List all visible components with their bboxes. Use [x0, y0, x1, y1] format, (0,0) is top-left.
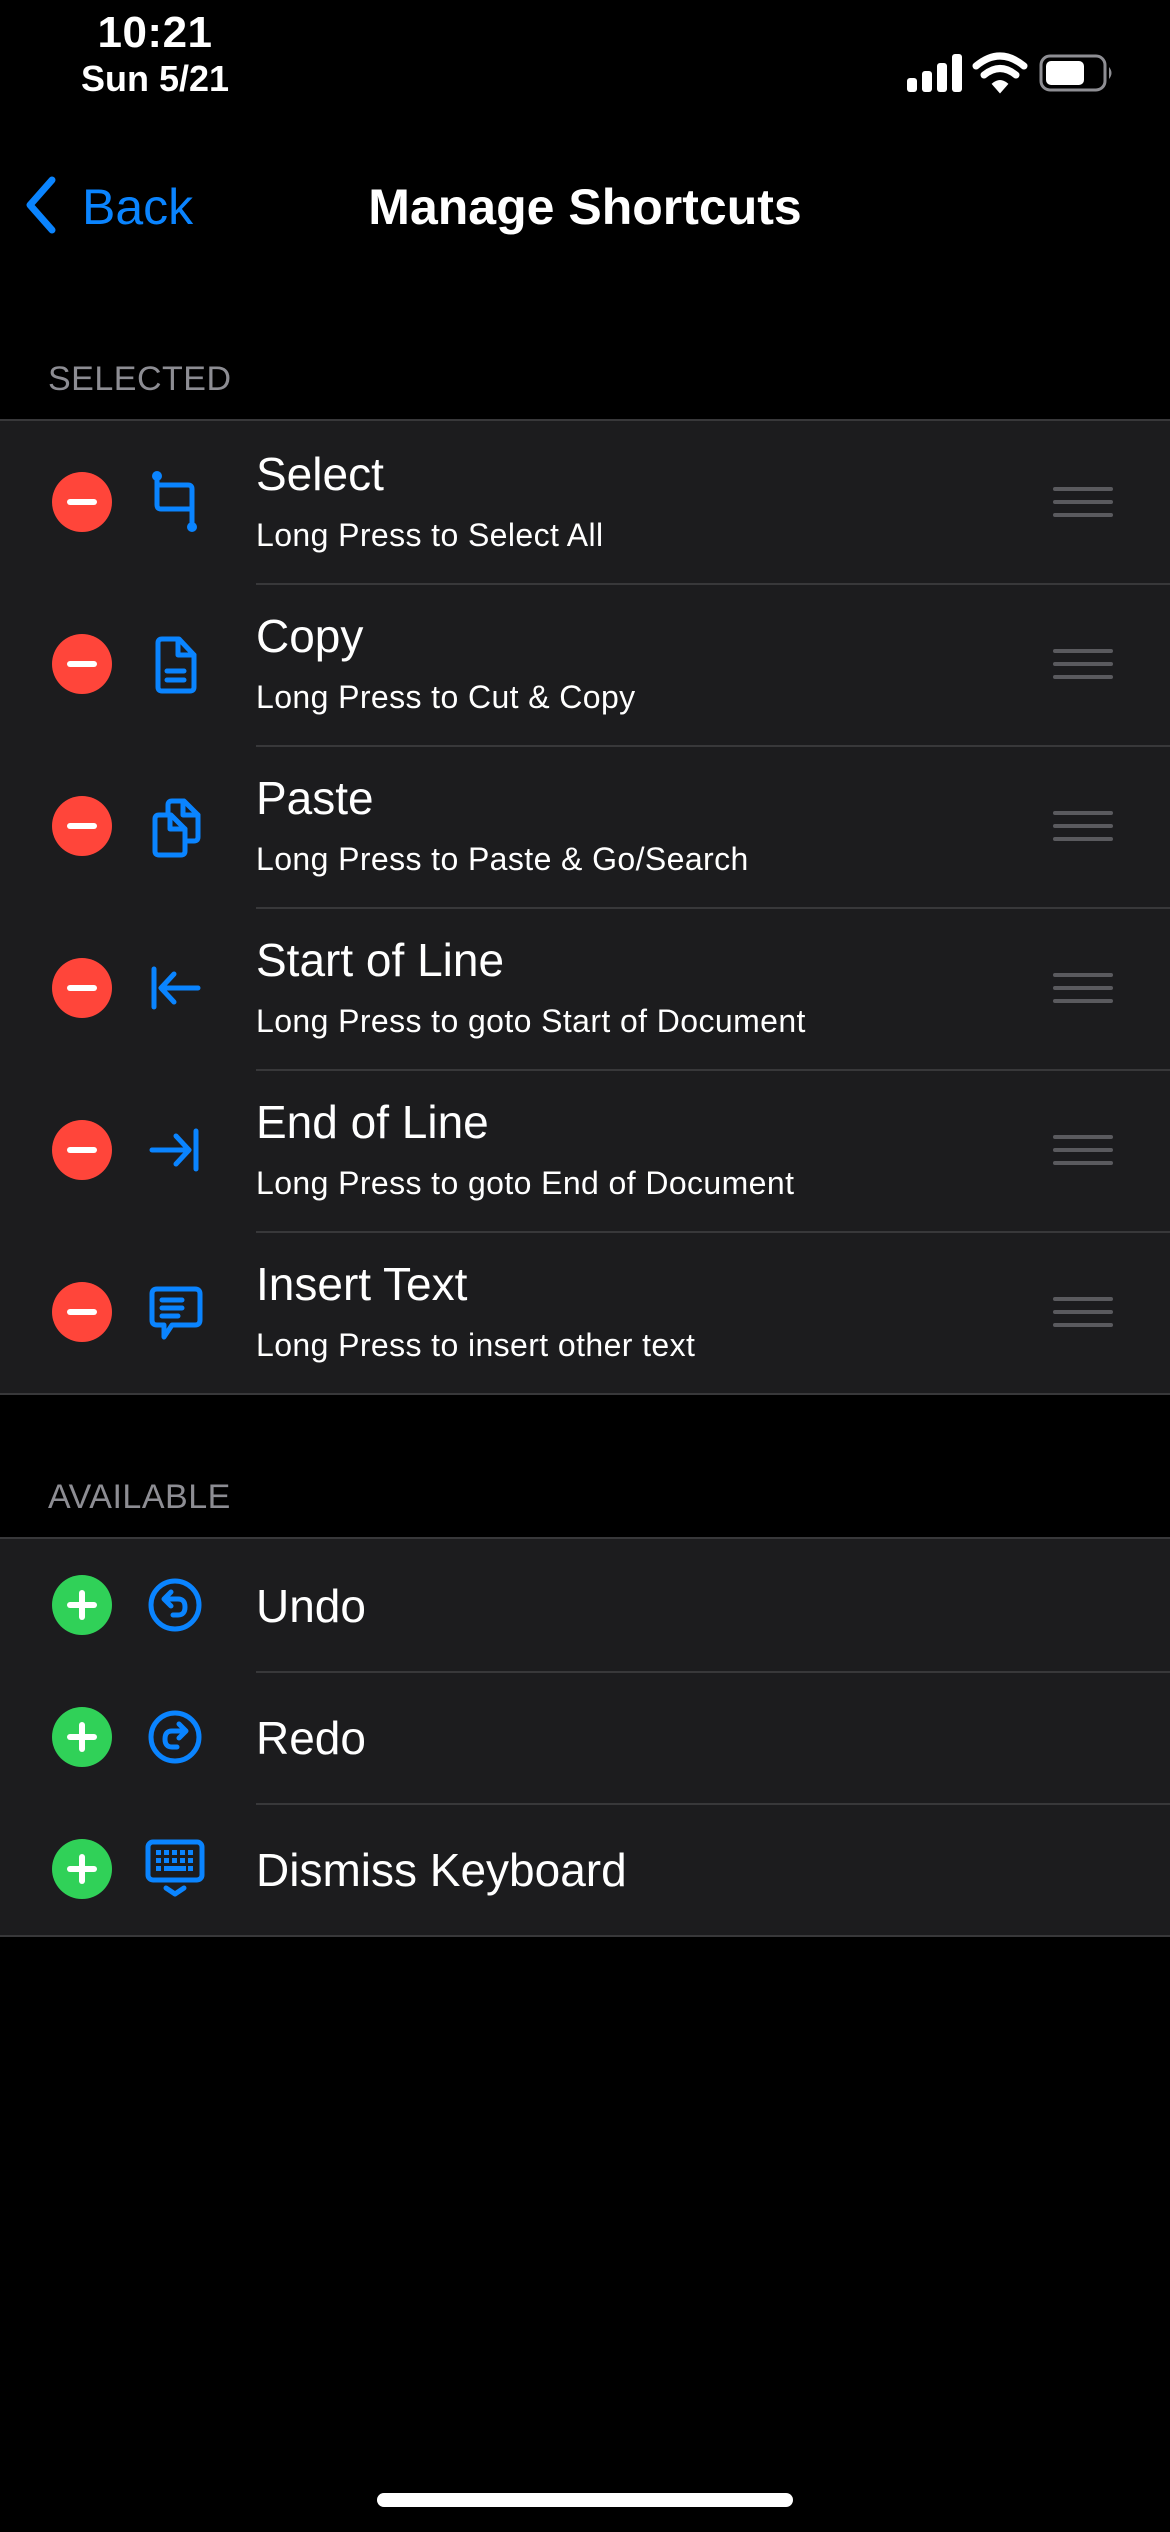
remove-button[interactable]: [52, 1120, 112, 1180]
redo-circle-icon: [140, 1702, 210, 1772]
list-item: Redo: [0, 1671, 1170, 1803]
shortcut-title: End of Line: [256, 1096, 489, 1148]
documents-icon: [140, 791, 210, 861]
status-date: Sun 5/21: [80, 58, 230, 99]
shortcut-subtitle: Long Press to insert other text: [256, 1327, 696, 1363]
list-item: Undo: [0, 1539, 1170, 1671]
shortcut-title: Insert Text: [256, 1258, 468, 1310]
add-button[interactable]: [52, 1575, 112, 1635]
list-item: End of Line Long Press to goto End of Do…: [0, 1069, 1170, 1231]
page-title: Manage Shortcuts: [368, 179, 802, 235]
shortcut-title: Start of Line: [256, 934, 505, 986]
home-indicator[interactable]: [377, 2493, 793, 2507]
list-item: Start of Line Long Press to goto Start o…: [0, 907, 1170, 1069]
shortcut-subtitle: Long Press to goto Start of Document: [256, 1003, 806, 1039]
list-item: Dismiss Keyboard: [0, 1803, 1170, 1935]
shortcut-subtitle: Long Press to Cut & Copy: [256, 679, 636, 715]
shortcut-title: Copy: [256, 610, 364, 662]
list-item: Select Long Press to Select All: [0, 421, 1170, 583]
text-bubble-icon: [140, 1277, 210, 1347]
shortcut-subtitle: Long Press to Paste & Go/Search: [256, 841, 749, 877]
add-button[interactable]: [52, 1707, 112, 1767]
selected-list: Select Long Press to Select All Copy Lon…: [0, 419, 1170, 1395]
undo-circle-icon: [140, 1570, 210, 1640]
remove-button[interactable]: [52, 958, 112, 1018]
drag-handle[interactable]: [1053, 483, 1113, 519]
shortcut-title: Paste: [256, 772, 374, 824]
shortcut-subtitle: Long Press to goto End of Document: [256, 1165, 795, 1201]
shortcut-title: Undo: [256, 1580, 366, 1632]
shortcut-title: Select: [256, 448, 384, 500]
keyboard-dismiss-icon: [140, 1834, 210, 1904]
drag-handle[interactable]: [1053, 1293, 1113, 1329]
document-icon: [140, 629, 210, 699]
battery-icon: [1039, 54, 1112, 92]
status-icons: [905, 50, 1125, 96]
add-button[interactable]: [52, 1839, 112, 1899]
list-item: Paste Long Press to Paste & Go/Search: [0, 745, 1170, 907]
available-list: Undo Redo Dismiss Keyboard: [0, 1537, 1170, 1937]
remove-button[interactable]: [52, 634, 112, 694]
drag-handle[interactable]: [1053, 807, 1113, 843]
list-item: Copy Long Press to Cut & Copy: [0, 583, 1170, 745]
shortcut-subtitle: Long Press to Select All: [256, 517, 604, 553]
shortcut-title: Dismiss Keyboard: [256, 1844, 627, 1896]
drag-handle[interactable]: [1053, 645, 1113, 681]
remove-button[interactable]: [52, 796, 112, 856]
drag-handle[interactable]: [1053, 1131, 1113, 1167]
shortcut-title: Redo: [256, 1712, 366, 1764]
remove-button[interactable]: [52, 472, 112, 532]
remove-button[interactable]: [52, 1282, 112, 1342]
drag-handle[interactable]: [1053, 969, 1113, 1005]
wifi-icon: [972, 52, 1028, 94]
status-time: 10:21: [97, 8, 213, 57]
arrow-right-to-line-icon: [140, 1115, 210, 1185]
list-item: Insert Text Long Press to insert other t…: [0, 1231, 1170, 1393]
section-header-available: AVAILABLE: [48, 1478, 231, 1516]
arrow-left-to-line-icon: [140, 953, 210, 1023]
cellular-signal-icon: [907, 54, 962, 92]
section-header-selected: SELECTED: [48, 360, 232, 398]
crop-icon: [140, 467, 210, 537]
